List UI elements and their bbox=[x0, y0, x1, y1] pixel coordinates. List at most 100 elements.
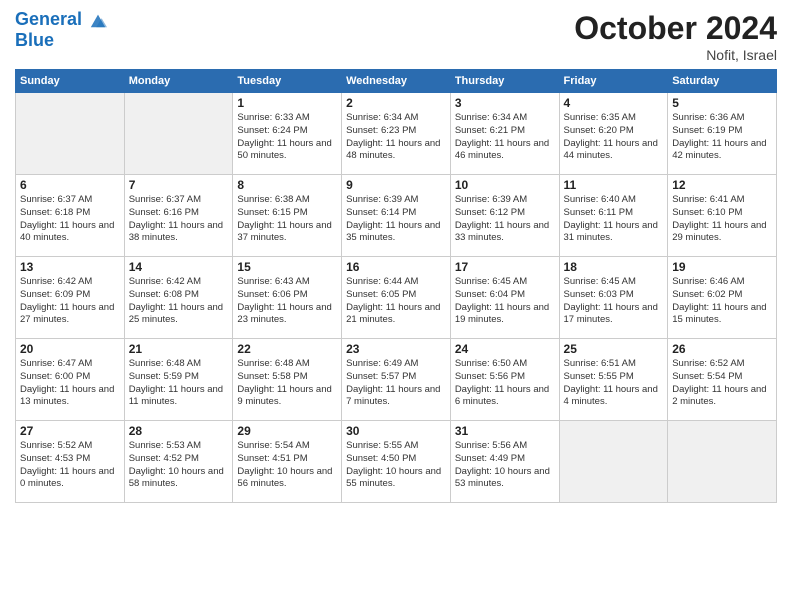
calendar-cell: 13 Sunrise: 6:42 AMSunset: 6:09 PMDayligh… bbox=[16, 257, 125, 339]
day-number: 24 bbox=[455, 342, 555, 356]
day-info: Sunrise: 6:34 AMSunset: 6:21 PMDaylight:… bbox=[455, 112, 555, 163]
weekday-header: Tuesday bbox=[233, 70, 342, 93]
day-number: 22 bbox=[237, 342, 337, 356]
day-number: 16 bbox=[346, 260, 446, 274]
calendar-cell: 21Sunrise: 6:48 AMSunset: 5:59 PMDayligh… bbox=[124, 339, 233, 421]
day-number: 17 bbox=[455, 260, 555, 274]
calendar-cell: 27Sunrise: 5:52 AMSunset: 4:53 PMDayligh… bbox=[16, 421, 125, 503]
day-info: Sunrise: 6:37 AMSunset: 6:16 PMDaylight:… bbox=[129, 194, 229, 245]
day-number: 14 bbox=[129, 260, 229, 274]
calendar-cell: 3 Sunrise: 6:34 AMSunset: 6:21 PMDaylight… bbox=[450, 93, 559, 175]
day-number: 29 bbox=[237, 424, 337, 438]
weekday-header: Saturday bbox=[668, 70, 777, 93]
day-number: 19 bbox=[672, 260, 772, 274]
calendar-cell: 26 Sunrise: 6:52 AMSunset: 5:54 PMDayligh… bbox=[668, 339, 777, 421]
calendar-cell: 31Sunrise: 5:56 AMSunset: 4:49 PMDayligh… bbox=[450, 421, 559, 503]
day-info: Sunrise: 5:55 AMSunset: 4:50 PMDaylight:… bbox=[346, 440, 446, 491]
calendar-cell: 30 Sunrise: 5:55 AMSunset: 4:50 PMDayligh… bbox=[342, 421, 451, 503]
day-number: 6 bbox=[20, 178, 120, 192]
calendar-cell: 4 Sunrise: 6:35 AMSunset: 6:20 PMDaylight… bbox=[559, 93, 668, 175]
calendar-cell: 23Sunrise: 6:49 AMSunset: 5:57 PMDayligh… bbox=[342, 339, 451, 421]
calendar-cell: 24 Sunrise: 6:50 AMSunset: 5:56 PMDayligh… bbox=[450, 339, 559, 421]
day-number: 30 bbox=[346, 424, 446, 438]
calendar-cell: 2Sunrise: 6:34 AMSunset: 6:23 PMDaylight… bbox=[342, 93, 451, 175]
day-info: Sunrise: 6:35 AMSunset: 6:20 PMDaylight:… bbox=[564, 112, 664, 163]
calendar-week-row: 1Sunrise: 6:33 AMSunset: 6:24 PMDaylight… bbox=[16, 93, 777, 175]
day-number: 28 bbox=[129, 424, 229, 438]
calendar-cell bbox=[559, 421, 668, 503]
calendar-cell: 14Sunrise: 6:42 AMSunset: 6:08 PMDayligh… bbox=[124, 257, 233, 339]
calendar-cell: 15 Sunrise: 6:43 AMSunset: 6:06 PMDayligh… bbox=[233, 257, 342, 339]
day-number: 15 bbox=[237, 260, 337, 274]
calendar-week-row: 20Sunrise: 6:47 AMSunset: 6:00 PMDayligh… bbox=[16, 339, 777, 421]
day-info: Sunrise: 6:52 AMSunset: 5:54 PMDaylight:… bbox=[672, 358, 772, 409]
day-info: Sunrise: 6:51 AMSunset: 5:55 PMDaylight:… bbox=[564, 358, 664, 409]
calendar-cell: 19Sunrise: 6:46 AMSunset: 6:02 PMDayligh… bbox=[668, 257, 777, 339]
day-info: Sunrise: 6:47 AMSunset: 6:00 PMDaylight:… bbox=[20, 358, 120, 409]
title-block: October 2024 Nofit, Israel bbox=[574, 10, 777, 63]
calendar-cell: 12 Sunrise: 6:41 AMSunset: 6:10 PMDayligh… bbox=[668, 175, 777, 257]
day-info: Sunrise: 6:48 AMSunset: 5:59 PMDaylight:… bbox=[129, 358, 229, 409]
day-number: 12 bbox=[672, 178, 772, 192]
day-number: 26 bbox=[672, 342, 772, 356]
calendar-cell: 8 Sunrise: 6:38 AMSunset: 6:15 PMDaylight… bbox=[233, 175, 342, 257]
day-info: Sunrise: 6:39 AMSunset: 6:12 PMDaylight:… bbox=[455, 194, 555, 245]
calendar-cell bbox=[124, 93, 233, 175]
calendar-week-row: 27Sunrise: 5:52 AMSunset: 4:53 PMDayligh… bbox=[16, 421, 777, 503]
day-info: Sunrise: 6:45 AMSunset: 6:04 PMDaylight:… bbox=[455, 276, 555, 327]
day-number: 4 bbox=[564, 96, 664, 110]
calendar-cell: 1Sunrise: 6:33 AMSunset: 6:24 PMDaylight… bbox=[233, 93, 342, 175]
weekday-header-row: SundayMondayTuesdayWednesdayThursdayFrid… bbox=[16, 70, 777, 93]
calendar-cell: 16 Sunrise: 6:44 AMSunset: 6:05 PMDayligh… bbox=[342, 257, 451, 339]
logo: General Blue bbox=[15, 10, 107, 51]
month-title: October 2024 bbox=[574, 10, 777, 47]
day-info: Sunrise: 6:37 AMSunset: 6:18 PMDaylight:… bbox=[20, 194, 120, 245]
day-info: Sunrise: 6:50 AMSunset: 5:56 PMDaylight:… bbox=[455, 358, 555, 409]
calendar-cell bbox=[16, 93, 125, 175]
day-info: Sunrise: 6:40 AMSunset: 6:11 PMDaylight:… bbox=[564, 194, 664, 245]
day-number: 31 bbox=[455, 424, 555, 438]
location: Nofit, Israel bbox=[574, 47, 777, 63]
day-info: Sunrise: 6:38 AMSunset: 6:15 PMDaylight:… bbox=[237, 194, 337, 245]
calendar-table: SundayMondayTuesdayWednesdayThursdayFrid… bbox=[15, 69, 777, 503]
calendar-cell: 17 Sunrise: 6:45 AMSunset: 6:04 PMDayligh… bbox=[450, 257, 559, 339]
day-info: Sunrise: 6:36 AMSunset: 6:19 PMDaylight:… bbox=[672, 112, 772, 163]
calendar-cell: 6 Sunrise: 6:37 AMSunset: 6:18 PMDaylight… bbox=[16, 175, 125, 257]
day-number: 18 bbox=[564, 260, 664, 274]
day-info: Sunrise: 6:43 AMSunset: 6:06 PMDaylight:… bbox=[237, 276, 337, 327]
day-info: Sunrise: 6:45 AMSunset: 6:03 PMDaylight:… bbox=[564, 276, 664, 327]
day-info: Sunrise: 6:42 AMSunset: 6:09 PMDaylight:… bbox=[20, 276, 120, 327]
day-info: Sunrise: 6:49 AMSunset: 5:57 PMDaylight:… bbox=[346, 358, 446, 409]
day-number: 3 bbox=[455, 96, 555, 110]
day-info: Sunrise: 6:41 AMSunset: 6:10 PMDaylight:… bbox=[672, 194, 772, 245]
day-number: 8 bbox=[237, 178, 337, 192]
calendar-cell: 5 Sunrise: 6:36 AMSunset: 6:19 PMDaylight… bbox=[668, 93, 777, 175]
day-number: 2 bbox=[346, 96, 446, 110]
day-info: Sunrise: 6:48 AMSunset: 5:58 PMDaylight:… bbox=[237, 358, 337, 409]
calendar-week-row: 13 Sunrise: 6:42 AMSunset: 6:09 PMDayligh… bbox=[16, 257, 777, 339]
day-info: Sunrise: 6:33 AMSunset: 6:24 PMDaylight:… bbox=[237, 112, 337, 163]
calendar-cell: 11Sunrise: 6:40 AMSunset: 6:11 PMDayligh… bbox=[559, 175, 668, 257]
calendar-cell: 9Sunrise: 6:39 AMSunset: 6:14 PMDaylight… bbox=[342, 175, 451, 257]
logo-blue: Blue bbox=[15, 30, 107, 51]
page: General Blue October 2024 Nofit, Israel … bbox=[0, 0, 792, 612]
calendar-week-row: 6 Sunrise: 6:37 AMSunset: 6:18 PMDaylight… bbox=[16, 175, 777, 257]
day-info: Sunrise: 5:54 AMSunset: 4:51 PMDaylight:… bbox=[237, 440, 337, 491]
day-info: Sunrise: 5:52 AMSunset: 4:53 PMDaylight:… bbox=[20, 440, 120, 491]
day-number: 25 bbox=[564, 342, 664, 356]
weekday-header: Friday bbox=[559, 70, 668, 93]
calendar-cell: 20Sunrise: 6:47 AMSunset: 6:00 PMDayligh… bbox=[16, 339, 125, 421]
logo-text: General bbox=[15, 10, 107, 30]
header: General Blue October 2024 Nofit, Israel bbox=[15, 10, 777, 63]
day-number: 5 bbox=[672, 96, 772, 110]
day-number: 7 bbox=[129, 178, 229, 192]
weekday-header: Sunday bbox=[16, 70, 125, 93]
logo-icon bbox=[89, 11, 107, 29]
weekday-header: Thursday bbox=[450, 70, 559, 93]
calendar-cell: 29 Sunrise: 5:54 AMSunset: 4:51 PMDayligh… bbox=[233, 421, 342, 503]
day-number: 10 bbox=[455, 178, 555, 192]
day-info: Sunrise: 6:39 AMSunset: 6:14 PMDaylight:… bbox=[346, 194, 446, 245]
weekday-header: Wednesday bbox=[342, 70, 451, 93]
day-number: 13 bbox=[20, 260, 120, 274]
day-info: Sunrise: 6:44 AMSunset: 6:05 PMDaylight:… bbox=[346, 276, 446, 327]
